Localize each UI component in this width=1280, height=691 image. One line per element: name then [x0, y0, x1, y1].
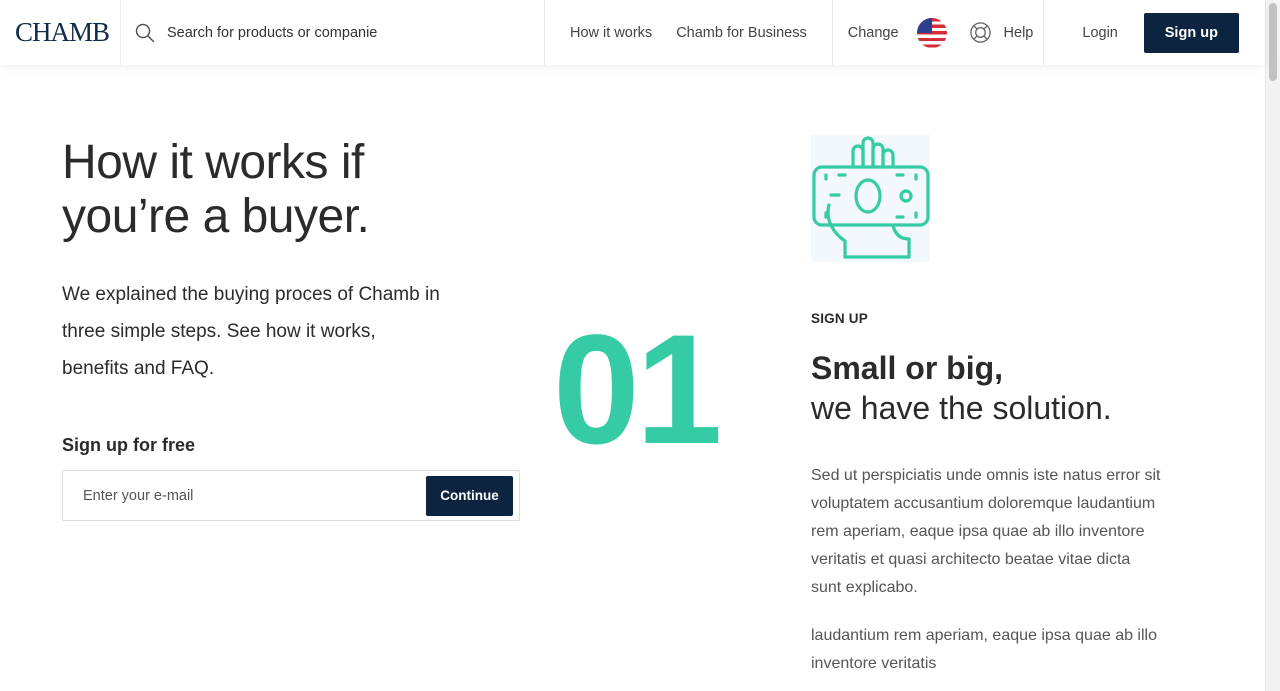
step-heading: Small or big, we have the solution.	[811, 348, 1211, 428]
login-link[interactable]: Login	[1082, 25, 1117, 41]
page-scrollbar[interactable]	[1265, 0, 1280, 691]
title-line-2: you’re a buyer.	[62, 190, 370, 243]
nav-chamb-for-business[interactable]: Chamb for Business	[664, 25, 832, 41]
title-line-1: How it works if	[62, 136, 364, 189]
main-nav: How it works Chamb for Business	[545, 0, 833, 65]
search-input[interactable]	[167, 24, 377, 41]
us-flag-icon[interactable]	[916, 17, 947, 48]
chamb-logo[interactable]: CHAMB	[0, 0, 121, 65]
nav-how-it-works[interactable]: How it works	[545, 25, 664, 41]
hand-with-money-icon	[811, 135, 930, 262]
search-icon[interactable]	[135, 23, 155, 43]
hero-description: We explained the buying proces of Chamb …	[62, 284, 440, 379]
page-title: How it works if you’re a buyer.	[62, 136, 482, 244]
email-input[interactable]	[83, 487, 383, 504]
email-signup-form: Continue	[62, 470, 520, 521]
scrollbar-thumb[interactable]	[1269, 3, 1277, 81]
auth-actions: Login Sign up	[1044, 0, 1239, 65]
step-body-text-2: laudantium rem aperiam, eaque ipsa quae …	[811, 627, 1157, 672]
search-bar	[121, 0, 545, 65]
step-heading-strong: Small or big,	[811, 350, 1004, 386]
site-header: CHAMB How it works Chamb for Business Ch…	[0, 0, 1265, 65]
step-heading-light: we have the solution.	[811, 390, 1112, 426]
help-link[interactable]: Help	[1004, 25, 1034, 41]
signup-button[interactable]: Sign up	[1143, 12, 1239, 53]
header-tools: Change Help	[833, 0, 1045, 65]
step-label: SIGN UP	[811, 311, 868, 326]
step-body-text: Sed ut perspiciatis unde omnis iste natu…	[811, 467, 1161, 596]
signup-for-free-label: Sign up for free	[62, 435, 196, 455]
continue-button[interactable]: Continue	[426, 475, 513, 516]
change-region-link[interactable]: Change	[848, 25, 899, 41]
lifebuoy-icon[interactable]	[969, 21, 992, 44]
step-number: 01	[553, 303, 723, 477]
